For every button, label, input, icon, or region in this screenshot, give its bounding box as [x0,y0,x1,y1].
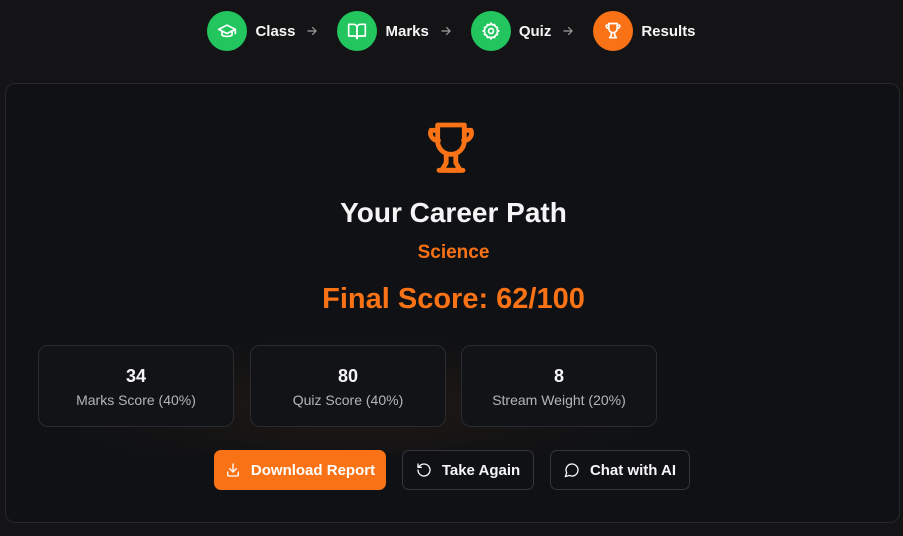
results-card: Your Career Path Science Final Score: 62… [5,83,900,523]
stat-value: 80 [337,366,359,386]
gear-icon [482,22,500,40]
recommended-stream: Science [417,242,490,263]
step-quiz[interactable]: Quiz [470,11,594,51]
download-report-label: Download Report [250,461,376,479]
step-marks[interactable]: Marks [337,11,470,51]
step-class-circle [207,11,248,51]
step-marks-label: Marks [385,22,429,40]
arrow-right-icon [561,24,575,38]
step-quiz-label: Quiz [518,22,552,40]
open-book-icon [348,23,367,40]
stat-value: 8 [553,366,564,386]
stat-card-marks: 34 Marks Score (40%) [38,345,234,427]
arrow-right-icon [439,24,453,38]
stat-label: Stream Weight (20%) [492,392,626,408]
chat-with-ai-button[interactable]: Chat with AI [550,450,690,490]
step-quiz-circle [470,11,511,51]
step-results-circle [593,11,634,51]
trophy-icon [428,122,474,173]
stat-card-quiz: 80 Quiz Score (40%) [250,345,446,427]
stat-label: Quiz Score (40%) [292,392,404,408]
chat-bubble-icon [564,463,579,478]
download-report-button[interactable]: Download Report [214,450,386,490]
progress-stepper: Class Marks Quiz Results [0,11,903,51]
take-again-label: Take Again [441,461,521,479]
stat-value: 34 [125,366,147,386]
trophy-icon [605,22,621,39]
arrow-right-icon [305,24,319,38]
download-icon [226,463,239,477]
step-class-label: Class [255,22,296,40]
career-path-heading: Your Career Path [340,197,567,228]
step-results[interactable]: Results [593,11,696,51]
graduation-cap-icon [218,24,237,38]
stat-card-stream-weight: 8 Stream Weight (20%) [461,345,657,427]
step-marks-circle [337,11,378,51]
step-class[interactable]: Class [207,11,337,51]
rotate-ccw-icon [417,463,431,477]
stat-label: Marks Score (40%) [76,392,196,408]
take-again-button[interactable]: Take Again [402,450,534,490]
chat-with-ai-label: Chat with AI [589,461,677,479]
step-results-label: Results [641,22,696,40]
final-score: Final Score: 62/100 [322,283,585,315]
